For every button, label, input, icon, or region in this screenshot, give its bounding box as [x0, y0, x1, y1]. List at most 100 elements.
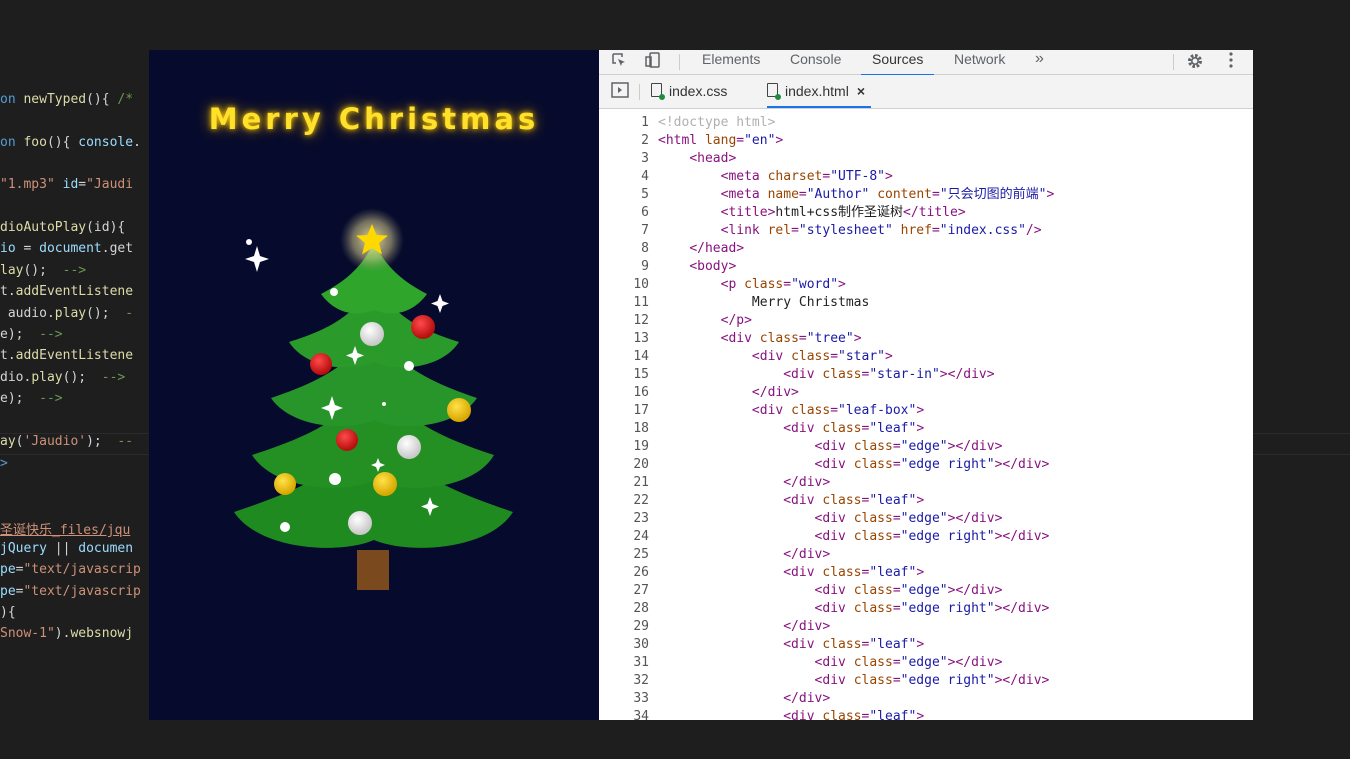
line-number[interactable]: 5 [599, 186, 649, 204]
line-number[interactable]: 20 [599, 456, 649, 474]
code-line: 26 <div class="leaf"> [599, 564, 1253, 582]
code-content: <div class="leaf"> [658, 636, 924, 654]
code-content: <div class="tree"> [658, 330, 862, 348]
code-token: "leaf" [869, 709, 917, 720]
code-line: 24 <div class="edge right"></div> [599, 528, 1253, 546]
code-token: = [892, 673, 901, 688]
line-number[interactable]: 2 [599, 132, 649, 150]
file-tab-index-css[interactable]: index.css [651, 75, 727, 108]
line-number[interactable]: 28 [599, 600, 649, 618]
line-number[interactable]: 25 [599, 546, 649, 564]
code-line: 25 </div> [599, 546, 1253, 564]
code-line: 34 <div class="leaf"> [599, 708, 1253, 720]
line-number[interactable]: 15 [599, 366, 649, 384]
line-number[interactable]: 17 [599, 402, 649, 420]
line-number[interactable]: 29 [599, 618, 649, 636]
line-number[interactable]: 16 [599, 384, 649, 402]
line-number[interactable]: 3 [599, 150, 649, 168]
code-token: (); [62, 370, 102, 385]
line-number[interactable]: 26 [599, 564, 649, 582]
line-number[interactable]: 12 [599, 312, 649, 330]
line-number[interactable]: 31 [599, 654, 649, 672]
line-number[interactable]: 33 [599, 690, 649, 708]
line-number[interactable]: 27 [599, 582, 649, 600]
line-number[interactable]: 18 [599, 420, 649, 438]
code-token: e); [0, 391, 40, 406]
code-line: 29 </div> [599, 618, 1253, 636]
line-number[interactable]: 1 [599, 114, 649, 132]
line-number[interactable]: 10 [599, 276, 649, 294]
file-tab-label: index.css [669, 83, 728, 99]
code-token: ></div> [939, 367, 995, 382]
code-token: class [853, 439, 893, 454]
code-token: class [853, 529, 893, 544]
code-token: <div [783, 709, 823, 720]
line-number[interactable]: 22 [599, 492, 649, 510]
code-token: <div [814, 655, 854, 670]
code-token: = [931, 187, 940, 202]
line-number[interactable]: 32 [599, 672, 649, 690]
background-code-line: jQuery || documen [0, 541, 133, 556]
line-number[interactable]: 24 [599, 528, 649, 546]
line-number[interactable]: 21 [599, 474, 649, 492]
line-number[interactable]: 4 [599, 168, 649, 186]
code-token: ></div> [947, 655, 1003, 670]
code-content: Merry Christmas [658, 294, 869, 312]
ornament-yellow [373, 472, 397, 496]
inspect-element-icon[interactable] [609, 52, 629, 72]
close-tab-icon[interactable]: × [857, 83, 865, 99]
code-token: <div [751, 349, 792, 364]
line-number[interactable]: 11 [599, 294, 649, 312]
tab-elements[interactable]: Elements [702, 50, 760, 74]
ornament-white [397, 435, 421, 459]
code-token: console [78, 135, 134, 150]
code-line: 6 <title>html+css制作圣诞树</title> [599, 204, 1253, 222]
code-line: 4 <meta charset="UTF-8"> [599, 168, 1253, 186]
toggle-navigator-icon[interactable] [610, 82, 630, 102]
line-number[interactable]: 19 [599, 438, 649, 456]
kebab-menu-icon[interactable] [1221, 52, 1241, 72]
line-number[interactable]: 6 [599, 204, 649, 222]
tab-sources[interactable]: Sources [861, 50, 935, 76]
devtools-tab-bar: Elements Console Sources Network » [599, 50, 1253, 76]
tab-network[interactable]: Network [954, 50, 1005, 74]
code-token: "leaf" [869, 421, 917, 436]
code-token: class [822, 637, 862, 652]
ornament-white [360, 322, 384, 346]
code-token: = [798, 331, 807, 346]
code-line: 21 </div> [599, 474, 1253, 492]
line-number[interactable]: 9 [599, 258, 649, 276]
code-token: t. [0, 348, 16, 363]
tab-console[interactable]: Console [790, 50, 841, 74]
line-number[interactable]: 7 [599, 222, 649, 240]
code-token: "edge right" [900, 601, 995, 616]
code-token: <div [814, 673, 854, 688]
more-tabs-icon[interactable]: » [1035, 50, 1044, 74]
code-token: "word" [791, 277, 839, 292]
settings-gear-icon[interactable] [1185, 52, 1205, 72]
toolbar-separator [1173, 54, 1174, 70]
line-number[interactable]: 8 [599, 240, 649, 258]
line-number[interactable]: 34 [599, 708, 649, 720]
code-content: <head> [658, 150, 736, 168]
code-line: 22 <div class="leaf"> [599, 492, 1253, 510]
christmas-tree-preview: Merry Christmas [149, 50, 599, 720]
code-token: (); [23, 263, 63, 278]
line-number[interactable]: 30 [599, 636, 649, 654]
device-toolbar-icon[interactable] [643, 52, 663, 72]
code-token: play [31, 370, 63, 385]
code-token: dioAutoPlay [0, 220, 87, 235]
code-content: <html lang="en"> [658, 132, 783, 150]
code-token: > [0, 456, 8, 471]
code-content: <div class="edge"></div> [658, 654, 1003, 672]
code-token: name [767, 187, 799, 202]
file-tab-index-html[interactable]: index.html × [767, 75, 871, 108]
code-content: <div class="edge right"></div> [658, 600, 1050, 618]
line-number[interactable]: 13 [599, 330, 649, 348]
code-token: document [39, 241, 102, 256]
line-number[interactable]: 14 [599, 348, 649, 366]
line-number[interactable]: 23 [599, 510, 649, 528]
